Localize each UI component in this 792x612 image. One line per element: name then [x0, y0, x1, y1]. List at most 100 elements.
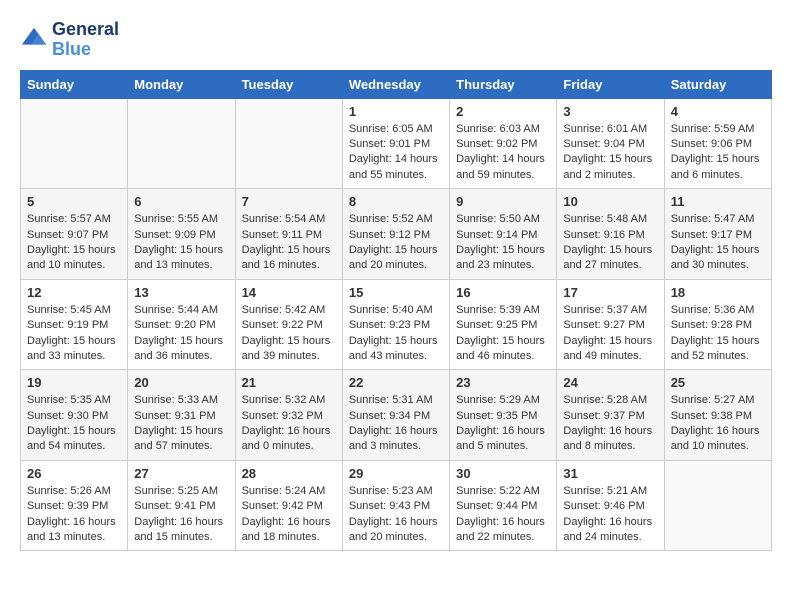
calendar-cell: 27Sunrise: 5:25 AM Sunset: 9:41 PM Dayli…	[128, 460, 235, 551]
calendar-cell: 23Sunrise: 5:29 AM Sunset: 9:35 PM Dayli…	[450, 370, 557, 461]
weekday-header-sunday: Sunday	[21, 70, 128, 98]
day-info: Sunrise: 5:45 AM Sunset: 9:19 PM Dayligh…	[27, 303, 121, 365]
week-row-2: 5 Sunrise: 5:57 AM Sunset: 9:07 PM Daylig…	[21, 189, 772, 280]
day-number: 25	[671, 375, 765, 390]
day-info: Sunrise: 5:44 AM Sunset: 9:20 PM Dayligh…	[134, 303, 228, 365]
calendar-cell	[664, 460, 771, 551]
day-number: 19	[27, 375, 121, 390]
day-info: Sunrise: 5:26 AM Sunset: 9:39 PM Dayligh…	[27, 484, 121, 546]
day-info: Sunrise: 5:25 AM Sunset: 9:41 PM Dayligh…	[134, 484, 228, 546]
day-info: Sunrise: 5:22 AM Sunset: 9:44 PM Dayligh…	[456, 484, 550, 546]
day-info: Sunrise: 5:50 AM Sunset: 9:14 PM Dayligh…	[456, 212, 550, 274]
day-info: Sunrise: 6:01 AM Sunset: 9:04 PM Dayligh…	[563, 122, 657, 184]
day-number: 16	[456, 285, 550, 300]
day-info: Sunrise: 5:37 AM Sunset: 9:27 PM Dayligh…	[563, 303, 657, 365]
weekday-header-thursday: Thursday	[450, 70, 557, 98]
calendar-cell: 17 Sunrise: 5:37 AM Sunset: 9:27 PM Dayli…	[557, 279, 664, 370]
calendar-cell: 18 Sunrise: 5:36 AM Sunset: 9:28 PM Dayli…	[664, 279, 771, 370]
day-info: Sunrise: 5:57 AM Sunset: 9:07 PM Dayligh…	[27, 212, 121, 274]
day-number: 9	[456, 194, 550, 209]
calendar-cell: 30 Sunrise: 5:22 AM Sunset: 9:44 PM Dayli…	[450, 460, 557, 551]
calendar-cell: 8 Sunrise: 5:52 AM Sunset: 9:12 PM Daylig…	[342, 189, 449, 280]
calendar-cell: 28Sunrise: 5:24 AM Sunset: 9:42 PM Dayli…	[235, 460, 342, 551]
day-info: Sunrise: 5:21 AM Sunset: 9:46 PM Dayligh…	[563, 484, 657, 546]
logo: General Blue	[20, 20, 119, 60]
day-number: 15	[349, 285, 443, 300]
calendar-cell: 6 Sunrise: 5:55 AM Sunset: 9:09 PM Daylig…	[128, 189, 235, 280]
calendar-cell: 2Sunrise: 6:03 AM Sunset: 9:02 PM Daylig…	[450, 98, 557, 189]
day-info: Sunrise: 5:59 AM Sunset: 9:06 PM Dayligh…	[671, 122, 765, 184]
calendar-cell: 4 Sunrise: 5:59 AM Sunset: 9:06 PM Daylig…	[664, 98, 771, 189]
day-number: 22	[349, 375, 443, 390]
calendar-cell: 10Sunrise: 5:48 AM Sunset: 9:16 PM Dayli…	[557, 189, 664, 280]
day-info: Sunrise: 5:27 AM Sunset: 9:38 PM Dayligh…	[671, 393, 765, 455]
day-number: 17	[563, 285, 657, 300]
day-number: 5	[27, 194, 121, 209]
calendar-cell: 19Sunrise: 5:35 AM Sunset: 9:30 PM Dayli…	[21, 370, 128, 461]
calendar-table: SundayMondayTuesdayWednesdayThursdayFrid…	[20, 70, 772, 552]
day-info: Sunrise: 5:54 AM Sunset: 9:11 PM Dayligh…	[242, 212, 336, 274]
weekday-header-tuesday: Tuesday	[235, 70, 342, 98]
weekday-header-saturday: Saturday	[664, 70, 771, 98]
weekday-header-friday: Friday	[557, 70, 664, 98]
week-row-3: 12 Sunrise: 5:45 AM Sunset: 9:19 PM Dayli…	[21, 279, 772, 370]
calendar-cell: 3 Sunrise: 6:01 AM Sunset: 9:04 PM Daylig…	[557, 98, 664, 189]
calendar-cell: 31 Sunrise: 5:21 AM Sunset: 9:46 PM Dayli…	[557, 460, 664, 551]
day-info: Sunrise: 5:36 AM Sunset: 9:28 PM Dayligh…	[671, 303, 765, 365]
day-number: 30	[456, 466, 550, 481]
calendar-cell: 24 Sunrise: 5:28 AM Sunset: 9:37 PM Dayli…	[557, 370, 664, 461]
calendar-cell: 13 Sunrise: 5:44 AM Sunset: 9:20 PM Dayli…	[128, 279, 235, 370]
header-row: SundayMondayTuesdayWednesdayThursdayFrid…	[21, 70, 772, 98]
calendar-cell: 20 Sunrise: 5:33 AM Sunset: 9:31 PM Dayli…	[128, 370, 235, 461]
day-info: Sunrise: 6:05 AM Sunset: 9:01 PM Dayligh…	[349, 122, 443, 184]
calendar-cell: 11Sunrise: 5:47 AM Sunset: 9:17 PM Dayli…	[664, 189, 771, 280]
calendar-cell: 14Sunrise: 5:42 AM Sunset: 9:22 PM Dayli…	[235, 279, 342, 370]
day-info: Sunrise: 5:52 AM Sunset: 9:12 PM Dayligh…	[349, 212, 443, 274]
week-row-1: 1 Sunrise: 6:05 AM Sunset: 9:01 PM Daylig…	[21, 98, 772, 189]
day-number: 4	[671, 104, 765, 119]
day-number: 18	[671, 285, 765, 300]
day-number: 14	[242, 285, 336, 300]
day-number: 12	[27, 285, 121, 300]
calendar-cell: 21 Sunrise: 5:32 AM Sunset: 9:32 PM Dayli…	[235, 370, 342, 461]
logo-icon	[20, 26, 48, 54]
calendar-cell: 25 Sunrise: 5:27 AM Sunset: 9:38 PM Dayli…	[664, 370, 771, 461]
day-number: 21	[242, 375, 336, 390]
day-info: Sunrise: 5:29 AM Sunset: 9:35 PM Dayligh…	[456, 393, 550, 455]
day-info: Sunrise: 5:33 AM Sunset: 9:31 PM Dayligh…	[134, 393, 228, 455]
logo-text: General Blue	[52, 20, 119, 60]
day-number: 31	[563, 466, 657, 481]
calendar-cell	[21, 98, 128, 189]
calendar-cell: 22Sunrise: 5:31 AM Sunset: 9:34 PM Dayli…	[342, 370, 449, 461]
day-number: 24	[563, 375, 657, 390]
day-info: Sunrise: 5:39 AM Sunset: 9:25 PM Dayligh…	[456, 303, 550, 365]
week-row-5: 26 Sunrise: 5:26 AM Sunset: 9:39 PM Dayli…	[21, 460, 772, 551]
day-info: Sunrise: 5:32 AM Sunset: 9:32 PM Dayligh…	[242, 393, 336, 455]
weekday-header-wednesday: Wednesday	[342, 70, 449, 98]
day-info: Sunrise: 5:24 AM Sunset: 9:42 PM Dayligh…	[242, 484, 336, 546]
day-number: 7	[242, 194, 336, 209]
day-number: 10	[563, 194, 657, 209]
day-number: 6	[134, 194, 228, 209]
day-info: Sunrise: 5:28 AM Sunset: 9:37 PM Dayligh…	[563, 393, 657, 455]
day-number: 8	[349, 194, 443, 209]
calendar-cell: 16 Sunrise: 5:39 AM Sunset: 9:25 PM Dayli…	[450, 279, 557, 370]
calendar-cell: 15Sunrise: 5:40 AM Sunset: 9:23 PM Dayli…	[342, 279, 449, 370]
calendar-cell	[128, 98, 235, 189]
day-number: 26	[27, 466, 121, 481]
calendar-cell: 29 Sunrise: 5:23 AM Sunset: 9:43 PM Dayli…	[342, 460, 449, 551]
day-info: Sunrise: 5:23 AM Sunset: 9:43 PM Dayligh…	[349, 484, 443, 546]
calendar-cell: 9 Sunrise: 5:50 AM Sunset: 9:14 PM Daylig…	[450, 189, 557, 280]
calendar-cell: 26 Sunrise: 5:26 AM Sunset: 9:39 PM Dayli…	[21, 460, 128, 551]
calendar-cell: 5 Sunrise: 5:57 AM Sunset: 9:07 PM Daylig…	[21, 189, 128, 280]
page-header: General Blue	[20, 20, 772, 60]
day-info: Sunrise: 5:55 AM Sunset: 9:09 PM Dayligh…	[134, 212, 228, 274]
day-info: Sunrise: 5:47 AM Sunset: 9:17 PM Dayligh…	[671, 212, 765, 274]
day-info: Sunrise: 6:03 AM Sunset: 9:02 PM Dayligh…	[456, 122, 550, 184]
day-number: 3	[563, 104, 657, 119]
week-row-4: 19Sunrise: 5:35 AM Sunset: 9:30 PM Dayli…	[21, 370, 772, 461]
day-number: 13	[134, 285, 228, 300]
day-number: 1	[349, 104, 443, 119]
day-number: 20	[134, 375, 228, 390]
day-number: 29	[349, 466, 443, 481]
